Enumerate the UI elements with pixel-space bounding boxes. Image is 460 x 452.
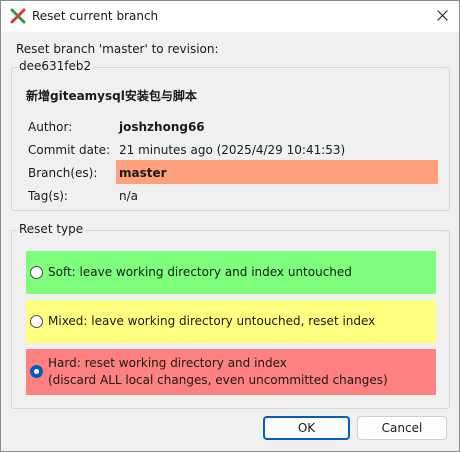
hard-label-detail: (discard ALL local changes, even uncommi… (48, 373, 388, 387)
reset-prompt: Reset branch 'master' to revision: (16, 42, 219, 56)
hard-radio[interactable] (30, 365, 43, 378)
tags-label: Tag(s): (28, 189, 68, 203)
hard-label: Hard: reset working directory and index (48, 356, 287, 370)
branches-label: Branch(es): (28, 166, 98, 180)
close-icon (436, 9, 448, 24)
soft-label: Soft: leave working directory and index … (48, 265, 352, 279)
mixed-label: Mixed: leave working directory untouched… (48, 314, 376, 328)
tags-value: n/a (119, 189, 139, 203)
reset-type-legend: Reset type (17, 222, 86, 236)
commit-date-label: Commit date: (28, 143, 111, 157)
reset-soft-option[interactable]: Soft: leave working directory and index … (26, 251, 436, 294)
ok-button[interactable]: OK (263, 416, 350, 440)
window-title: Reset current branch (32, 9, 159, 23)
mixed-radio[interactable] (30, 315, 43, 328)
cancel-button[interactable]: Cancel (357, 416, 447, 440)
commit-date-value: 21 minutes ago (2025/4/29 10:41:53) (119, 143, 346, 157)
git-extensions-logo-icon (10, 8, 26, 24)
reset-hard-option[interactable]: Hard: reset working directory and index … (26, 349, 436, 395)
soft-radio[interactable] (30, 266, 43, 279)
author-label: Author: (28, 120, 73, 134)
title-bar: Reset current branch (1, 1, 459, 32)
reset-mixed-option[interactable]: Mixed: leave working directory untouched… (26, 300, 436, 343)
reset-branch-dialog: Reset current branch Reset branch 'maste… (0, 0, 460, 452)
commit-message: 新增giteamysql安装包与脚本 (26, 89, 197, 103)
branches-value: master (119, 166, 167, 180)
author-value: joshzhong66 (119, 120, 205, 134)
close-button[interactable] (425, 1, 459, 32)
revision-hash: dee631feb2 (17, 59, 94, 73)
